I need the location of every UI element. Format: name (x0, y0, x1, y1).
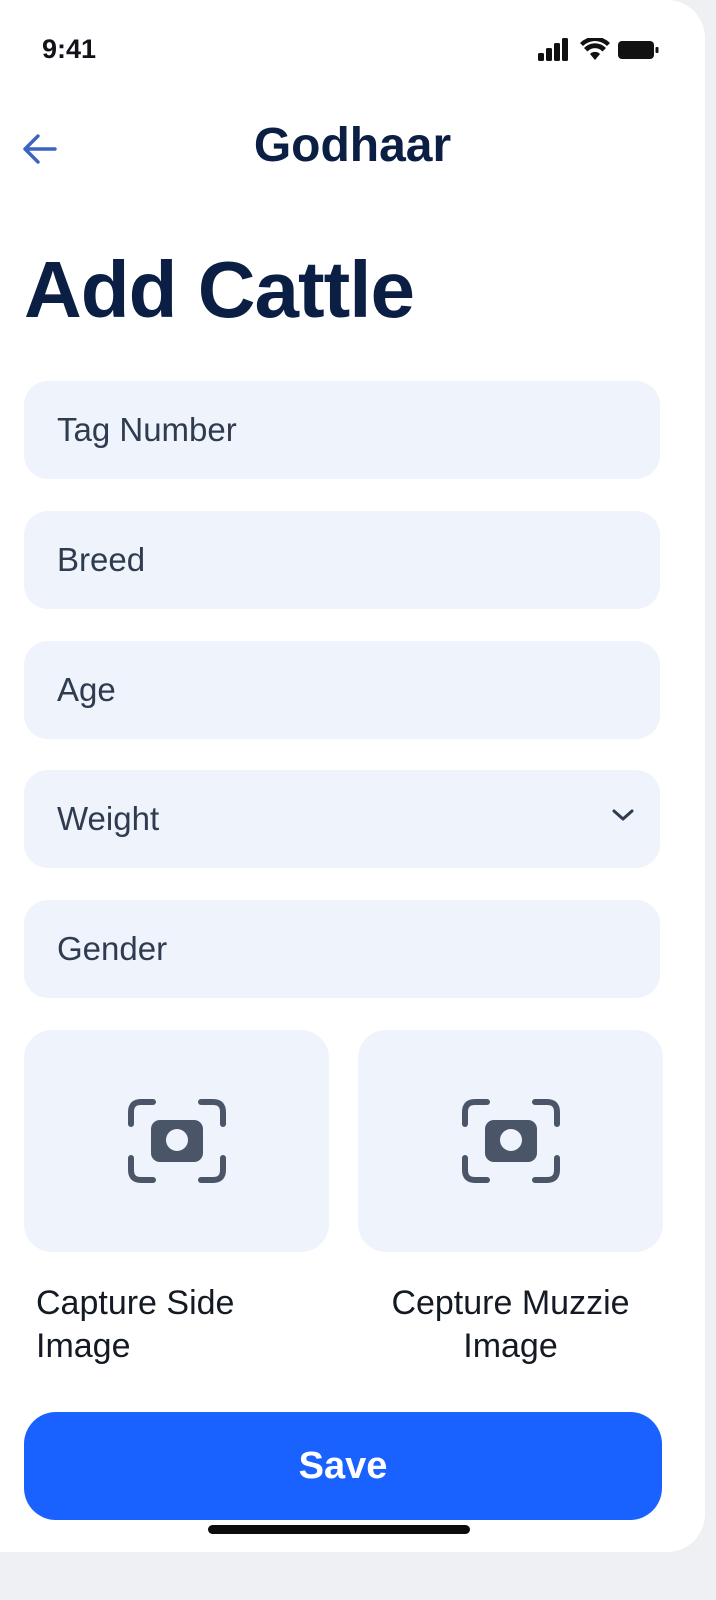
wifi-icon (580, 38, 610, 60)
capture-side-label: Capture Side Image (36, 1284, 235, 1365)
home-indicator (208, 1525, 470, 1534)
breed-field[interactable]: Breed (24, 511, 660, 609)
camera-scan-icon (461, 1099, 560, 1183)
chevron-down-icon (612, 809, 634, 821)
gender-field[interactable]: Gender (24, 900, 660, 998)
tag-number-placeholder: Tag Number (57, 411, 237, 448)
weight-dropdown[interactable]: Weight (24, 770, 660, 868)
age-placeholder: Age (57, 671, 116, 708)
weight-placeholder: Weight (57, 800, 160, 837)
tag-number-field[interactable]: Tag Number (24, 381, 660, 479)
capture-muzzle-image-button[interactable] (358, 1030, 663, 1252)
battery-icon (618, 41, 659, 59)
phone-screen: 9:41 Godhaar Add Cattle Tag Number Breed… (0, 0, 705, 1552)
save-label: Save (298, 1444, 388, 1487)
app-title: Godhaar (253, 119, 452, 172)
capture-muzzle-label: Cepture Muzzie Image (391, 1284, 630, 1365)
breed-placeholder: Breed (57, 541, 146, 578)
save-button[interactable]: Save (24, 1412, 662, 1520)
signal-icon (538, 38, 568, 61)
capture-side-image-button[interactable] (24, 1030, 329, 1252)
status-time: 9:41 (42, 34, 97, 64)
age-field[interactable]: Age (24, 641, 660, 739)
camera-scan-icon (127, 1099, 226, 1183)
page-title: Add Cattle (24, 245, 415, 334)
gender-placeholder: Gender (57, 930, 168, 967)
